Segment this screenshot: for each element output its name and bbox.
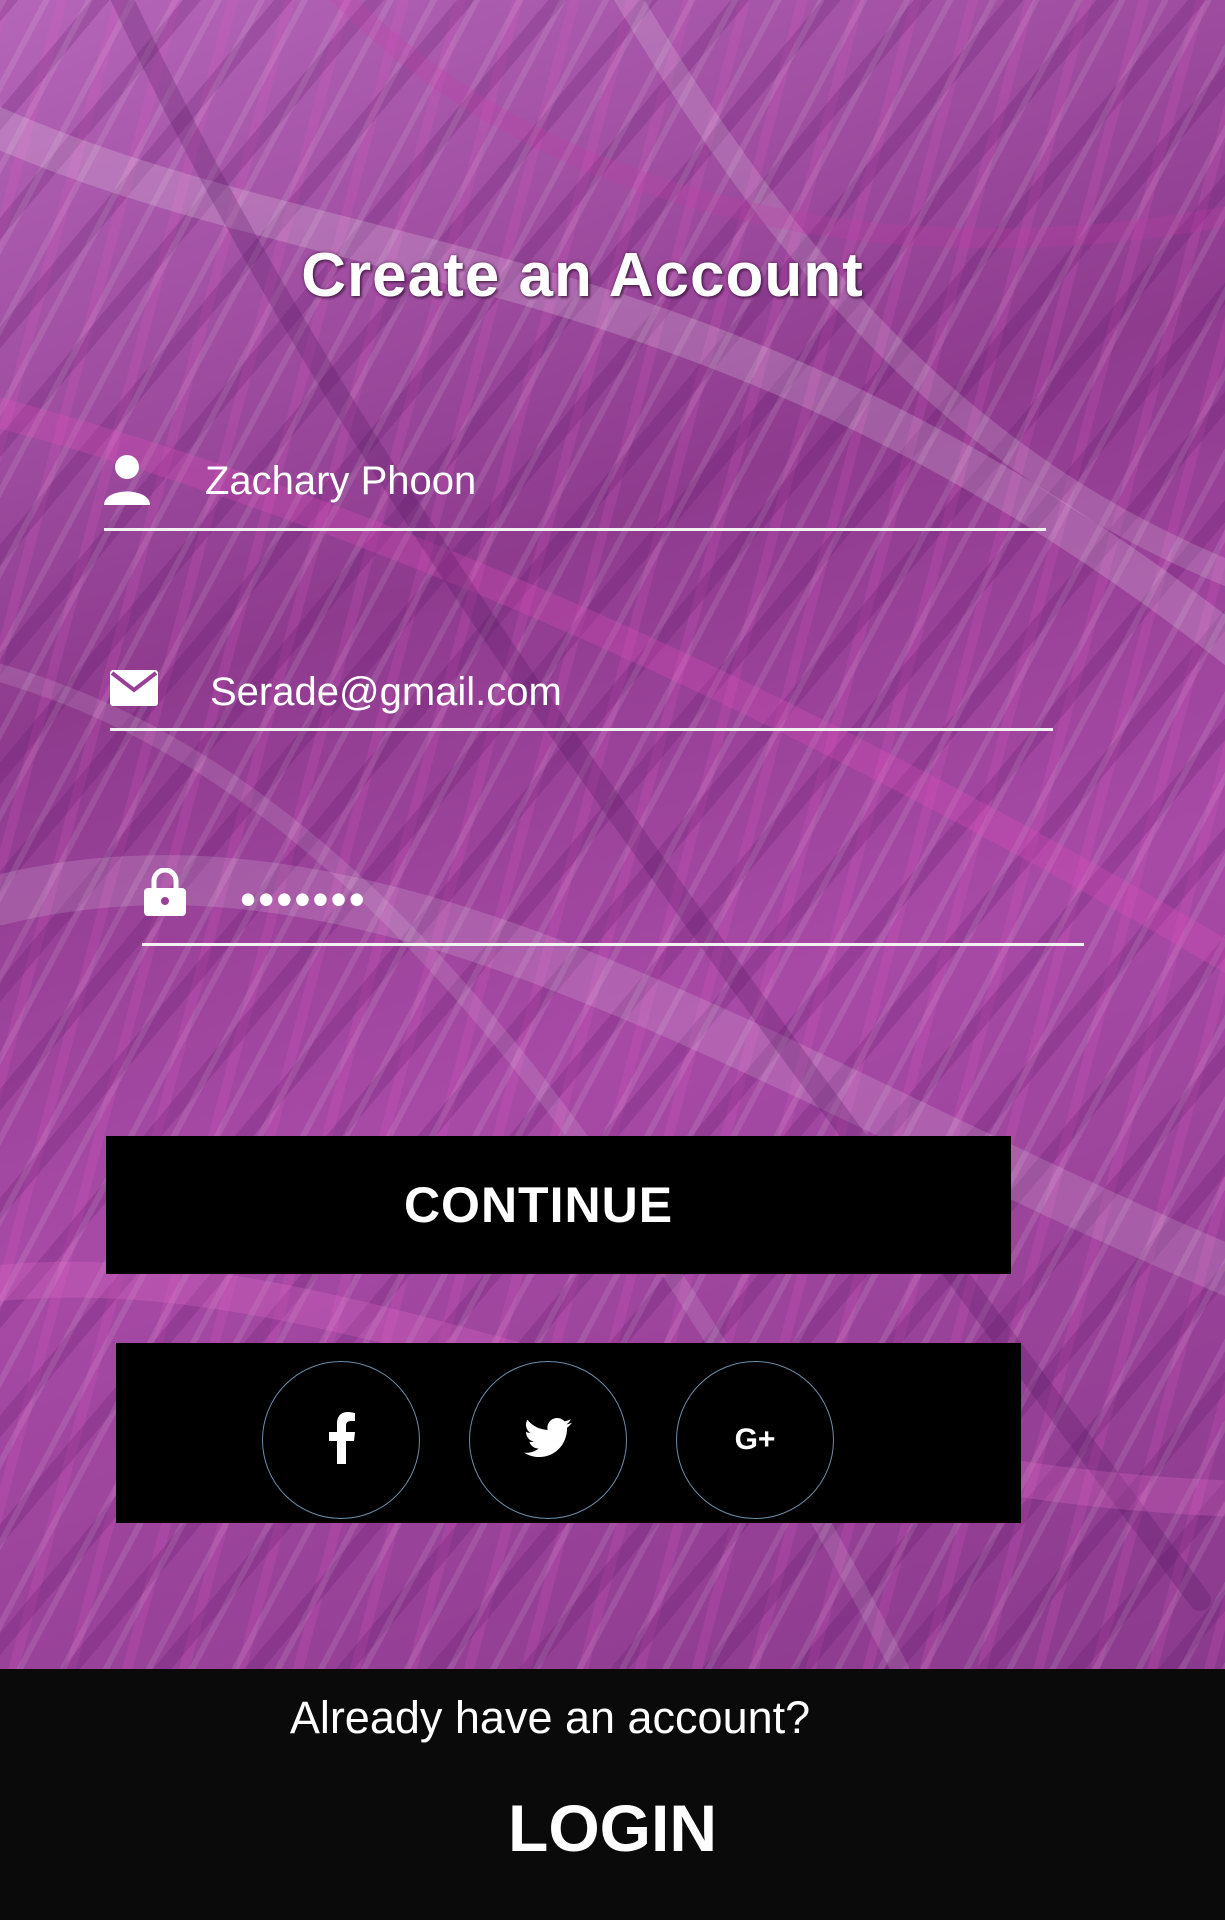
email-underline xyxy=(110,728,1053,731)
social-login-bar: G+ xyxy=(116,1343,1021,1523)
twitter-button[interactable] xyxy=(469,1361,627,1519)
password-underline xyxy=(142,943,1084,946)
name-input[interactable]: Zachary Phoon xyxy=(205,459,476,504)
facebook-button[interactable] xyxy=(262,1361,420,1519)
login-link[interactable]: LOGIN xyxy=(0,1790,1225,1866)
user-icon xyxy=(102,453,152,510)
already-have-account-text: Already have an account? xyxy=(289,1692,811,1743)
facebook-icon xyxy=(326,1411,356,1469)
envelope-icon xyxy=(110,670,158,711)
name-underline xyxy=(104,528,1046,531)
email-input[interactable]: Serade@gmail.com xyxy=(210,670,562,715)
password-input[interactable]: ••••••• xyxy=(240,872,367,926)
page-title: Create an Account xyxy=(301,241,864,310)
google-plus-icon: G+ xyxy=(734,1423,776,1456)
twitter-icon xyxy=(524,1417,572,1463)
lock-icon xyxy=(144,867,186,921)
continue-button[interactable]: CONTINUE xyxy=(106,1136,1011,1274)
google-plus-button[interactable]: G+ xyxy=(676,1361,834,1519)
